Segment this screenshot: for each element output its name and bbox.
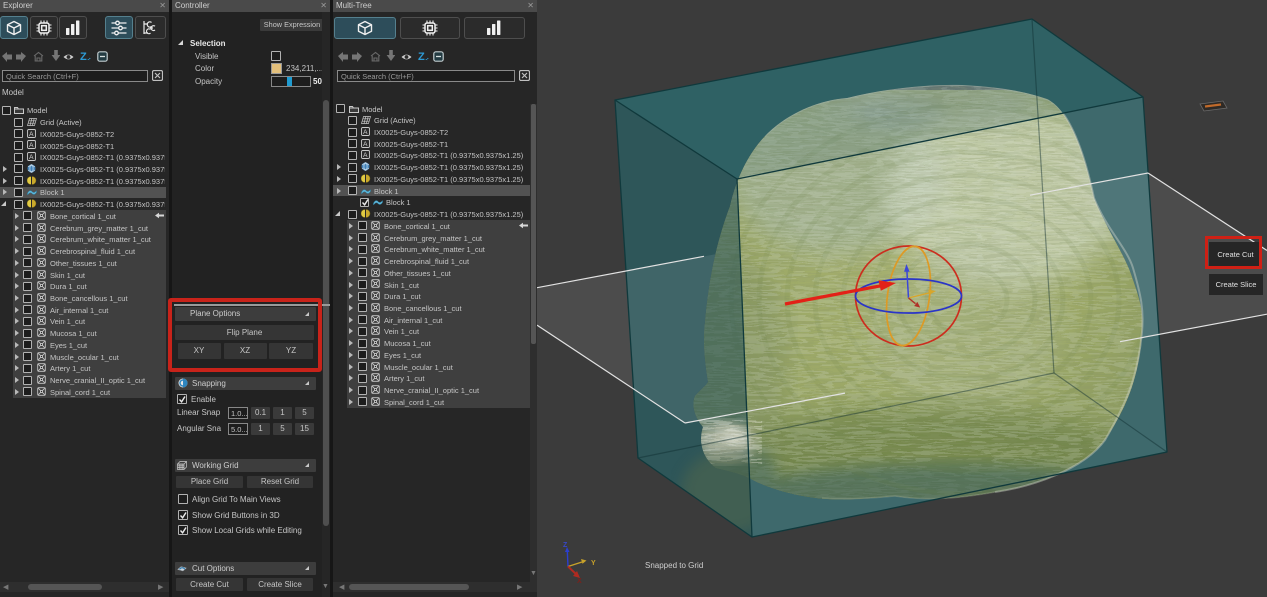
svg-text:A: A [29,142,34,149]
svg-text:A: A [363,129,368,136]
svg-text:Z: Z [563,542,568,549]
svg-text:A: A [29,131,34,138]
svg-text:X: X [577,578,582,585]
svg-text:Z: Z [80,51,87,62]
svg-text:Z: Z [418,51,425,62]
svg-text:A: A [363,152,368,159]
svg-text:A: A [29,154,34,161]
svg-text:Y: Y [591,560,596,567]
svg-text:A: A [363,141,368,148]
